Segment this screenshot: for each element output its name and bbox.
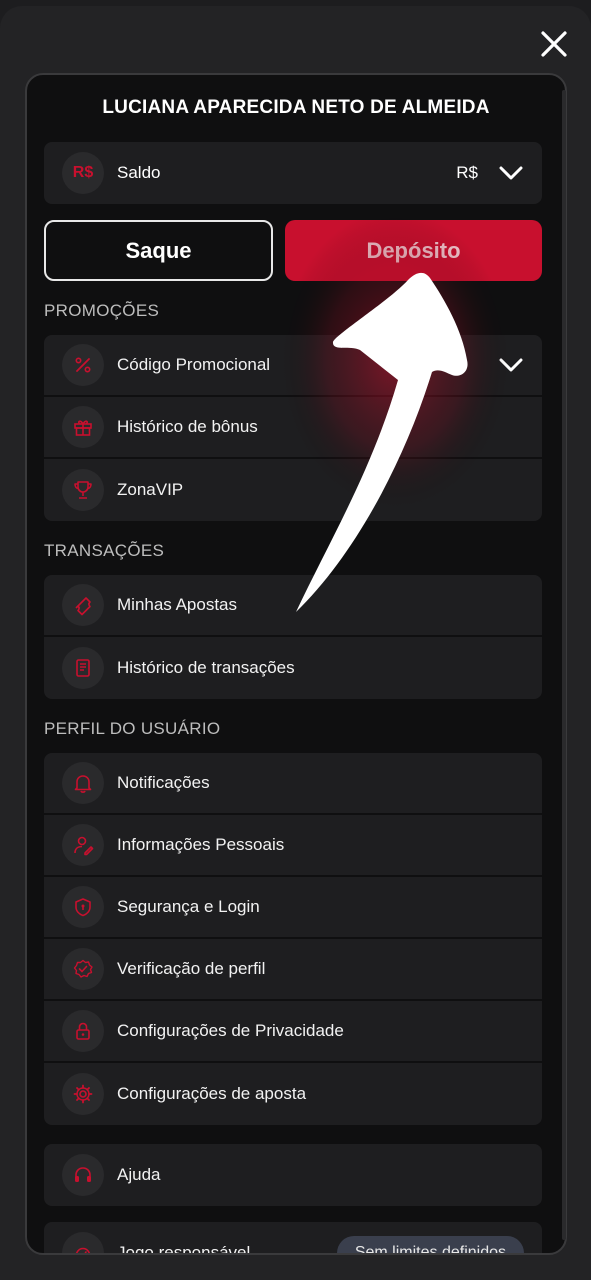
lock-icon	[62, 1010, 104, 1052]
menu-item-label: Segurança e Login	[117, 897, 260, 916]
menu-item-transaction-history[interactable]: Histórico de transações	[44, 637, 542, 699]
menu-item-label: Jogo responsável	[117, 1243, 251, 1255]
menu-item-label: Configurações de aposta	[117, 1084, 307, 1103]
section-title-promotions: PROMOÇÕES	[44, 301, 160, 320]
promotions-group: Código Promocional Histórico de bônus Zo…	[44, 335, 542, 521]
menu-item-my-bets[interactable]: Minhas Apostas	[44, 575, 542, 637]
menu-item-label: Ajuda	[117, 1165, 161, 1184]
menu-item-bet-settings[interactable]: Configurações de aposta	[44, 1063, 542, 1125]
close-button[interactable]	[534, 24, 574, 64]
balance-label: Saldo	[117, 163, 161, 182]
section-title-transactions: TRANSAÇÕES	[44, 541, 165, 560]
responsible-gaming-group: Jogo responsável Sem limites definidos	[44, 1222, 542, 1255]
receipt-icon	[62, 647, 104, 689]
close-icon	[541, 31, 567, 57]
menu-item-personal-info[interactable]: Informações Pessoais	[44, 815, 542, 877]
menu-item-label: Histórico de transações	[117, 658, 295, 677]
menu-item-bonus-history[interactable]: Histórico de bônus	[44, 397, 542, 459]
deposit-button[interactable]: Depósito	[285, 220, 542, 281]
currency-icon: R$	[62, 152, 104, 194]
user-name: LUCIANA APARECIDA NETO DE ALMEIDA	[102, 97, 490, 118]
gear-icon	[62, 1073, 104, 1115]
menu-item-profile-verification[interactable]: Verificação de perfil	[44, 939, 542, 1001]
menu-item-label: Configurações de Privacidade	[117, 1021, 344, 1040]
percent-icon	[62, 344, 104, 386]
ticket-icon	[62, 584, 104, 626]
headset-icon	[62, 1154, 104, 1196]
chevron-down-icon	[499, 358, 523, 372]
section-title-profile: PERFIL DO USUÁRIO	[44, 719, 221, 738]
menu-item-label: Verificação de perfil	[117, 959, 266, 978]
menu-item-label: Minhas Apostas	[117, 595, 238, 614]
transactions-group: Minhas Apostas Histórico de transações	[44, 575, 542, 699]
user-edit-icon	[62, 824, 104, 866]
trophy-icon	[62, 469, 104, 511]
menu-item-label: Informações Pessoais	[117, 835, 285, 854]
scrollbar[interactable]	[562, 90, 566, 1240]
gauge-icon	[62, 1232, 104, 1253]
menu-item-security-login[interactable]: Segurança e Login	[44, 877, 542, 939]
account-menu-panel: LUCIANA APARECIDA NETO DE ALMEIDA R$ Sal…	[25, 73, 567, 1255]
help-group: Ajuda	[44, 1144, 542, 1206]
balance-currency: R$	[456, 163, 478, 182]
menu-item-promo-code[interactable]: Código Promocional	[44, 335, 542, 397]
menu-item-label: Notificações	[117, 773, 210, 792]
menu-item-privacy-settings[interactable]: Configurações de Privacidade	[44, 1001, 542, 1063]
balance-dropdown[interactable]: R$ Saldo R$	[44, 142, 542, 204]
menu-item-label: Histórico de bônus	[117, 417, 258, 436]
menu-item-zonavip[interactable]: ZonaVIP	[44, 459, 542, 521]
profile-group: Notificações Informações Pessoais Segura…	[44, 753, 542, 1125]
menu-item-label: ZonaVIP	[117, 480, 184, 499]
gift-icon	[62, 406, 104, 448]
menu-item-responsible-gaming[interactable]: Jogo responsável Sem limites definidos	[44, 1222, 542, 1255]
menu-item-label: Código Promocional	[117, 355, 271, 374]
withdraw-button[interactable]: Saque	[44, 220, 273, 281]
verified-badge-icon	[62, 948, 104, 990]
status-badge: Sem limites definidos	[336, 1236, 524, 1253]
menu-item-notifications[interactable]: Notificações	[44, 753, 542, 815]
shield-icon	[62, 886, 104, 928]
menu-item-help[interactable]: Ajuda	[44, 1144, 542, 1206]
chevron-down-icon	[499, 166, 523, 180]
bell-icon	[62, 762, 104, 804]
